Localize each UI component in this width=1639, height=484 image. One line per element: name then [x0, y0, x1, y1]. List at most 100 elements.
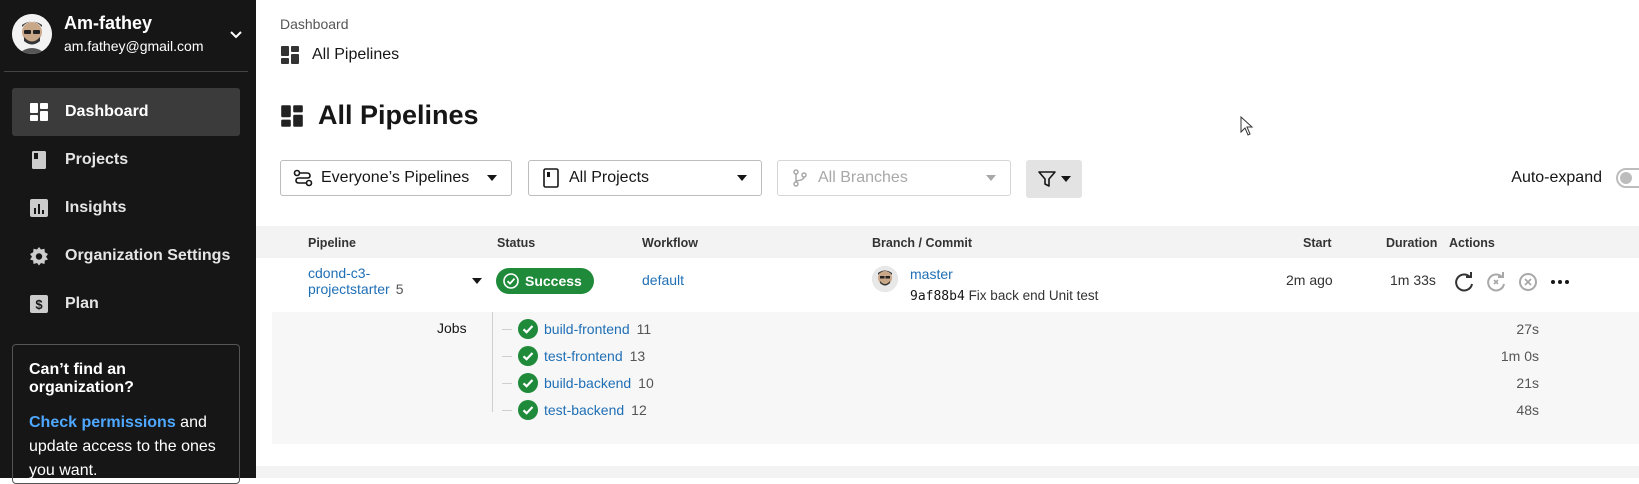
- expand-row-caret[interactable]: [472, 278, 482, 284]
- job-number: 12: [631, 402, 647, 418]
- sidebar-nav: Dashboard Projects Insights Organization…: [12, 88, 240, 328]
- check-circle-icon: [518, 346, 538, 366]
- jobs-panel: Jobs build-frontend 11 27s test-frontend…: [272, 312, 1639, 444]
- header-actions: Actions: [1449, 236, 1495, 250]
- sidebar: Am-fathey am.fathey@gmail.com Dashboard …: [0, 0, 256, 484]
- list-item: build-backend 10: [502, 372, 654, 394]
- check-circle-icon: [503, 273, 519, 289]
- sidebar-item-projects[interactable]: Projects: [12, 136, 240, 184]
- branch-icon: [793, 169, 807, 187]
- commit-hash[interactable]: 9af88b4: [910, 289, 965, 304]
- more-actions-button[interactable]: [1548, 270, 1572, 294]
- branches-select[interactable]: All Branches: [777, 160, 1011, 196]
- projects-select[interactable]: All Projects: [528, 160, 762, 196]
- commit-message: Fix back end Unit test: [968, 288, 1099, 303]
- pipelines-select[interactable]: Everyone’s Pipelines: [280, 160, 512, 196]
- user-email: am.fathey@gmail.com: [64, 38, 204, 54]
- job-link[interactable]: build-backend: [544, 375, 631, 391]
- workflow-link[interactable]: default: [642, 272, 684, 288]
- check-circle-icon: [518, 319, 538, 339]
- svg-text:$: $: [35, 297, 43, 312]
- table-row: cdond-c3-projectstarter 5 Success default…: [256, 258, 1639, 310]
- page-title: All Pipelines: [280, 100, 479, 131]
- start-time: 2m ago: [1286, 272, 1333, 288]
- sidebar-divider: [4, 71, 248, 72]
- jobs-tree-line: [492, 312, 493, 412]
- table-header: Pipeline Status Workflow Branch / Commit…: [256, 226, 1639, 258]
- rerun-button[interactable]: [1452, 270, 1476, 294]
- projects-icon: [543, 168, 559, 188]
- job-duration: 27s: [1516, 321, 1539, 337]
- header-branch-commit: Branch / Commit: [872, 236, 973, 250]
- job-number: 13: [629, 348, 646, 364]
- user-name: Am-fathey: [64, 13, 153, 33]
- breadcrumb-current-label: All Pipelines: [312, 46, 400, 63]
- header-start: Start: [1303, 236, 1332, 250]
- projects-select-label: All Projects: [569, 169, 650, 186]
- chevron-down-icon: [1061, 176, 1071, 182]
- jobs-label: Jobs: [437, 320, 467, 336]
- status-text: Success: [525, 273, 582, 289]
- sidebar-item-plan[interactable]: $ Plan: [12, 280, 240, 328]
- cancel-icon: [1519, 273, 1537, 291]
- sidebar-item-organization-settings[interactable]: Organization Settings: [12, 232, 240, 280]
- job-number: 11: [636, 321, 652, 337]
- chevron-down-icon: [737, 175, 747, 181]
- toggle-knob: [1620, 172, 1632, 184]
- auto-expand-label: Auto-expand: [1511, 169, 1602, 186]
- sidebar-item-label: Organization Settings: [65, 247, 231, 264]
- job-link[interactable]: build-frontend: [544, 321, 630, 337]
- cancel-button[interactable]: [1516, 270, 1540, 294]
- sidebar-item-label: Dashboard: [65, 103, 149, 120]
- sidebar-item-dashboard[interactable]: Dashboard: [12, 88, 240, 136]
- job-duration: 48s: [1516, 402, 1539, 418]
- more-icon: [1551, 280, 1569, 284]
- sidebar-item-insights[interactable]: Insights: [12, 184, 240, 232]
- sidebar-item-label: Insights: [65, 199, 127, 216]
- list-item: build-frontend 11: [502, 318, 651, 340]
- job-link[interactable]: test-backend: [544, 402, 624, 418]
- gear-icon: [30, 247, 48, 266]
- rerun-failed-icon: [1487, 272, 1505, 292]
- pipelines-icon: [293, 169, 313, 187]
- dashboard-icon: [30, 103, 48, 121]
- user-menu[interactable]: Am-fathey am.fathey@gmail.com: [12, 12, 248, 56]
- header-duration: Duration: [1386, 236, 1438, 250]
- rerun-failed-button[interactable]: [1484, 270, 1508, 294]
- job-number: 10: [638, 375, 654, 391]
- chevron-down-icon: [986, 175, 996, 181]
- branch-link[interactable]: master: [910, 266, 953, 282]
- org-help-box: Can’t find an organization? Check permis…: [12, 344, 240, 484]
- filter-button[interactable]: [1026, 160, 1082, 198]
- filter-icon: [1038, 171, 1056, 187]
- table-footer: [256, 466, 1639, 478]
- list-item: test-frontend 13: [502, 345, 645, 367]
- job-link[interactable]: test-frontend: [544, 348, 623, 364]
- dashboard-icon: [281, 46, 299, 64]
- main-content: Dashboard All Pipelines All Pipelines Ev…: [256, 0, 1639, 478]
- check-permissions-link[interactable]: Check permissions: [29, 414, 176, 431]
- chevron-down-icon[interactable]: [228, 26, 244, 42]
- chevron-down-icon: [487, 175, 497, 181]
- check-circle-icon: [518, 373, 538, 393]
- dollar-icon: $: [30, 295, 48, 313]
- pipeline-name-text[interactable]: cdond-c3-projectstarter: [308, 265, 390, 297]
- duration: 1m 33s: [1390, 272, 1436, 288]
- pipeline-name[interactable]: cdond-c3-projectstarter 5: [308, 265, 438, 297]
- status-badge: Success: [496, 268, 594, 294]
- sidebar-item-label: Plan: [65, 295, 99, 312]
- header-status: Status: [497, 236, 536, 250]
- breadcrumb[interactable]: Dashboard: [280, 16, 349, 32]
- insights-icon: [30, 199, 48, 217]
- job-duration: 21s: [1516, 375, 1539, 391]
- mouse-cursor-icon: [1240, 116, 1254, 136]
- filter-bar: Everyone’s Pipelines All Projects All Br…: [280, 160, 1639, 198]
- row-actions: [1452, 270, 1580, 294]
- page-title-text: All Pipelines: [318, 100, 479, 130]
- list-item: test-backend 12: [502, 399, 647, 421]
- auto-expand-toggle[interactable]: [1616, 168, 1639, 188]
- org-help-text: Check permissions and update access to t…: [29, 411, 223, 483]
- commit-info: 9af88b4 Fix back end Unit test: [910, 288, 1098, 304]
- branches-select-label: All Branches: [818, 169, 908, 186]
- auto-expand: Auto-expand: [1511, 160, 1639, 196]
